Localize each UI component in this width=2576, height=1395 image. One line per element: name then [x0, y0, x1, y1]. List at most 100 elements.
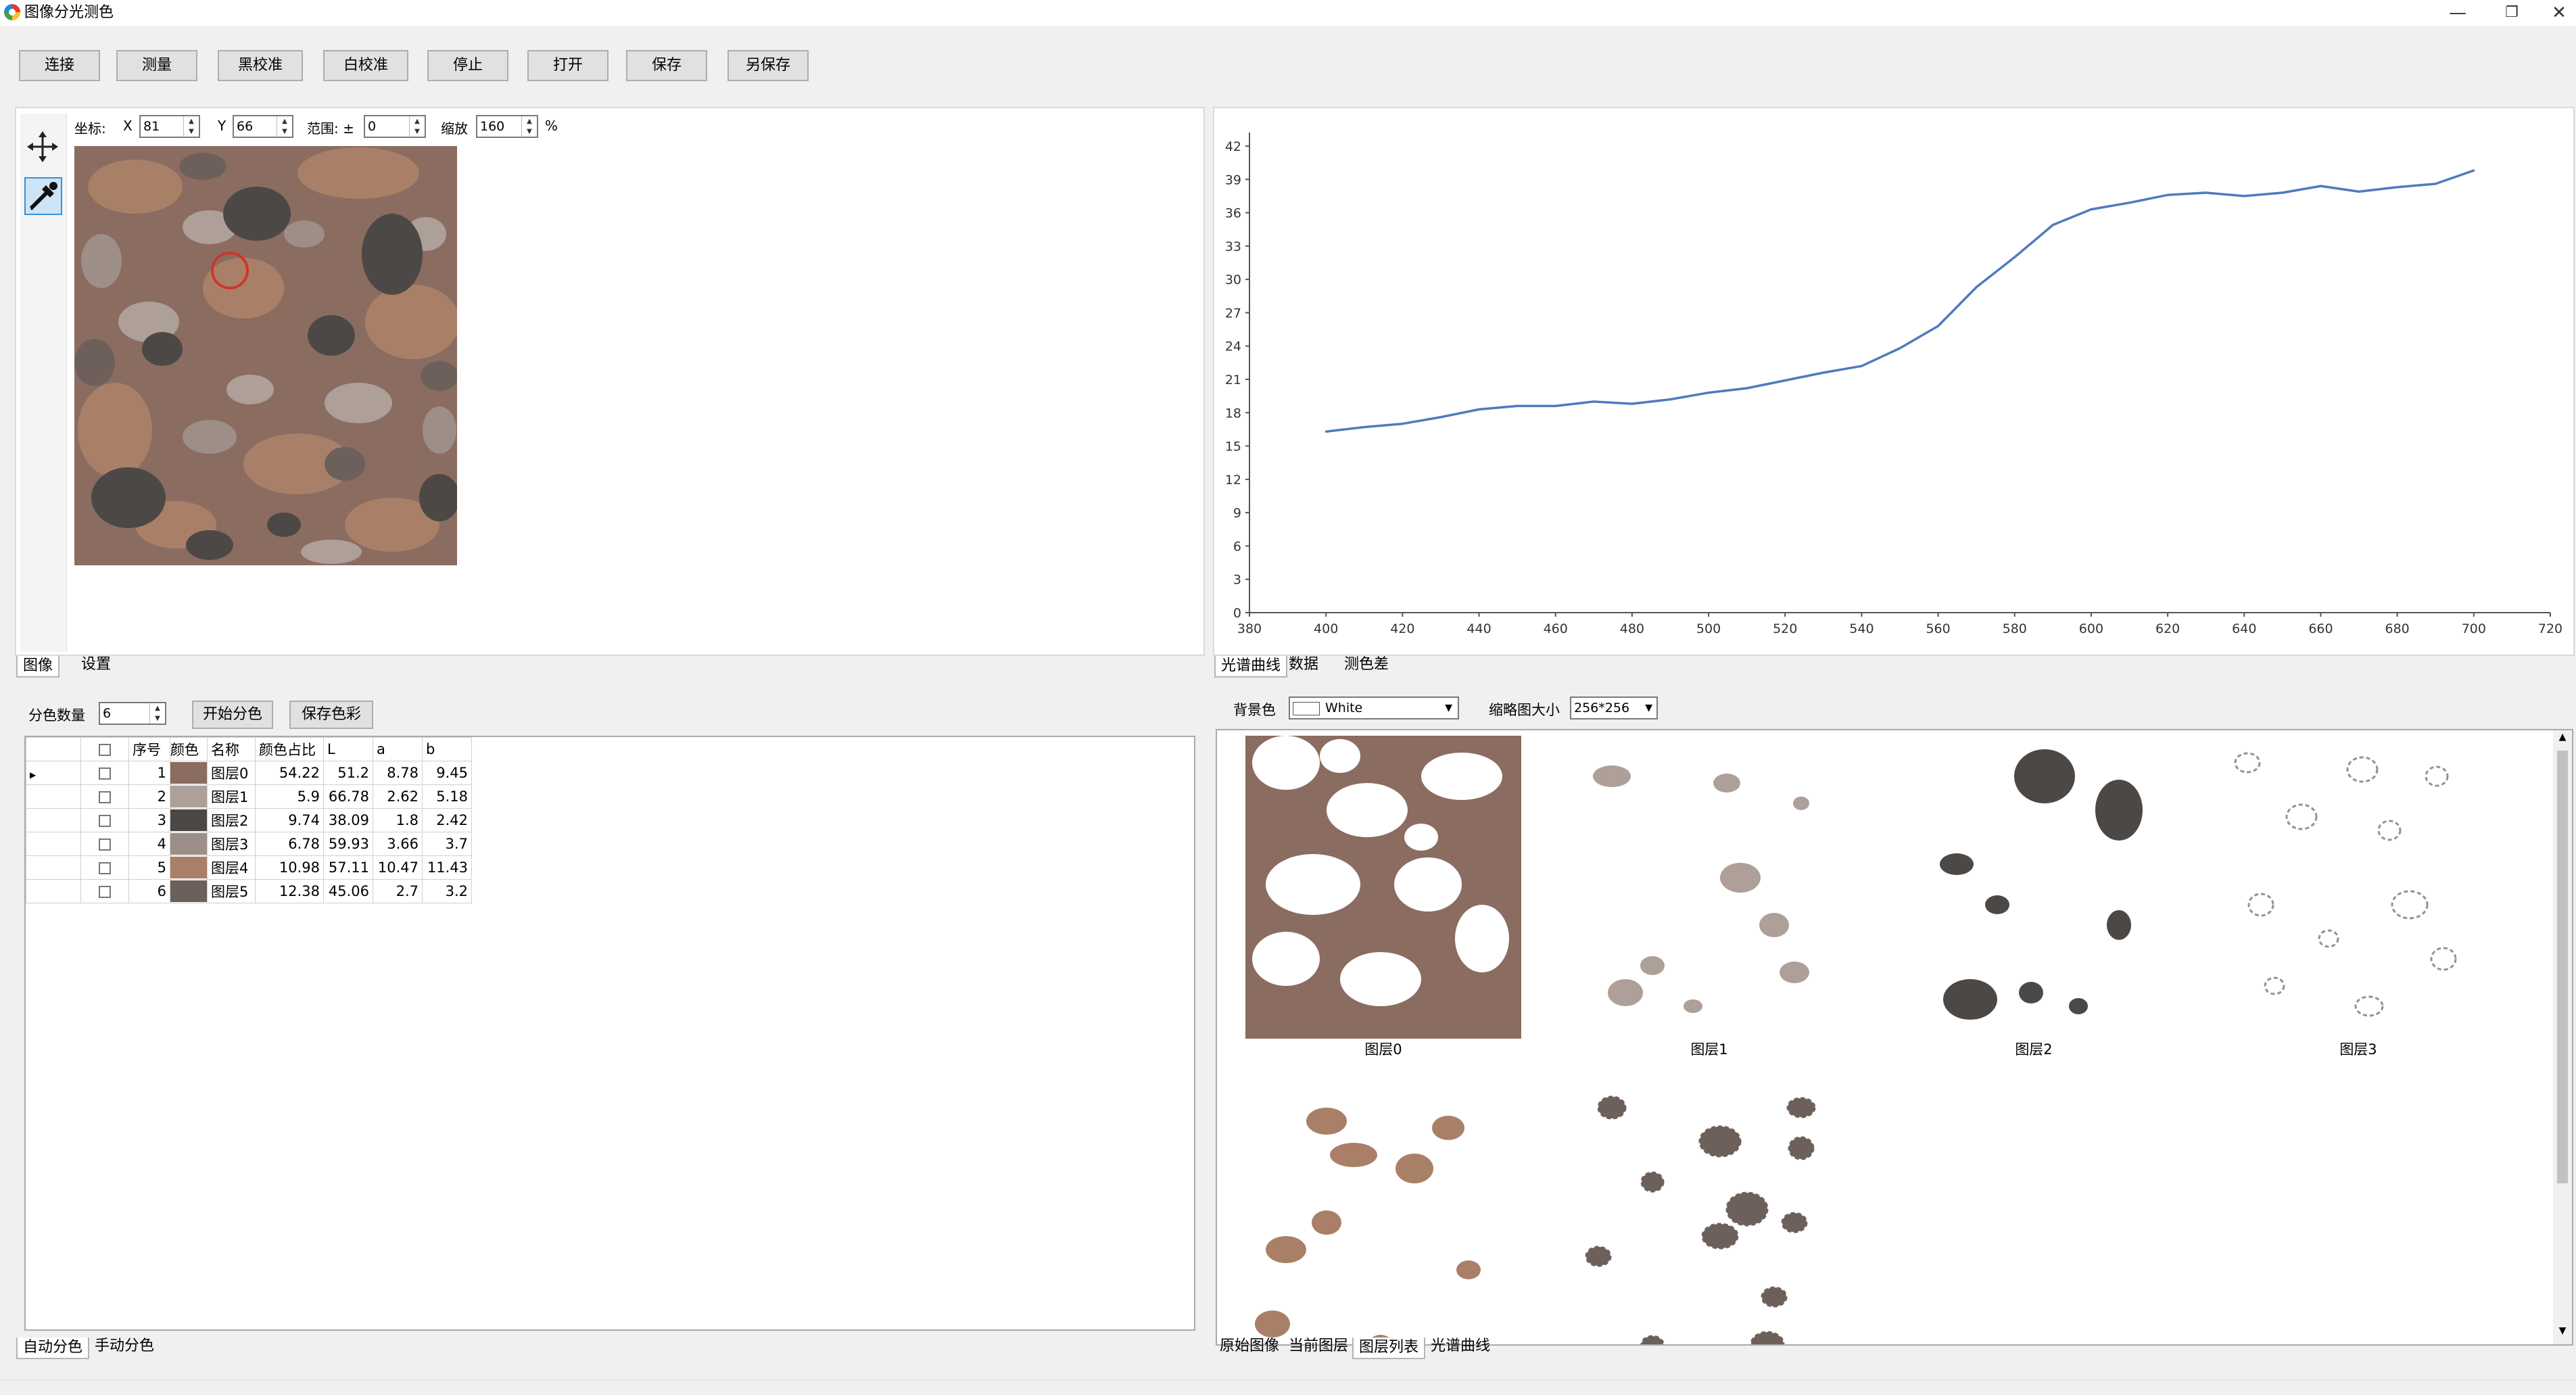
minimize-icon[interactable]: — [2434, 0, 2481, 26]
layer-thumbnail-item[interactable]: 图层1 [1571, 736, 1847, 1059]
row-checkbox-cell[interactable] [80, 879, 129, 903]
index-cell[interactable]: 5 [128, 855, 170, 880]
index-cell[interactable]: 2 [128, 784, 170, 809]
black-calibrate-button[interactable]: 黑校准 [218, 50, 303, 81]
b-cell[interactable]: 3.7 [422, 832, 472, 856]
b-cell[interactable]: 5.18 [422, 784, 472, 809]
eyedropper-tool-icon[interactable] [24, 177, 62, 215]
layer-thumbnail-image[interactable] [1245, 736, 1521, 1039]
L-cell[interactable]: 38.09 [323, 808, 373, 832]
color-cell[interactable] [170, 761, 208, 785]
spinner-arrows-icon[interactable]: ▲ ▼ [183, 116, 199, 137]
L-cell[interactable]: 66.78 [323, 784, 373, 809]
row-selector-cell[interactable] [26, 832, 81, 856]
ratio-cell[interactable]: 5.9 [255, 784, 324, 809]
table-row[interactable]: ▶ 1 图层0 54.22 51.2 8.78 9.45 [26, 761, 472, 785]
layer-thumbnail-image[interactable] [1571, 736, 1847, 1039]
tab-layer-spectrum[interactable]: 光谱曲线 [1425, 1336, 1496, 1356]
color-cell[interactable] [170, 855, 208, 880]
ratio-cell[interactable]: 10.98 [255, 855, 324, 880]
col-color[interactable]: 颜色 [170, 737, 208, 761]
scroll-up-icon[interactable]: ▲ [2553, 732, 2572, 742]
tab-data[interactable]: 数据 [1283, 655, 1324, 675]
L-cell[interactable]: 45.06 [323, 879, 373, 903]
range-input[interactable]: 0 ▲ ▼ [364, 115, 426, 138]
a-cell[interactable]: 10.47 [373, 855, 423, 880]
row-checkbox[interactable] [99, 838, 111, 851]
tab-spectrum-curve[interactable]: 光谱曲线 [1214, 656, 1288, 678]
restore-icon[interactable]: ❐ [2488, 0, 2535, 26]
scroll-down-icon[interactable]: ▼ [2553, 1325, 2572, 1336]
tab-original-image[interactable]: 原始图像 [1214, 1336, 1285, 1356]
b-cell[interactable]: 3.2 [422, 879, 472, 903]
col-L[interactable]: L [323, 737, 373, 761]
separation-count-input[interactable]: 6 ▲ ▼ [99, 702, 166, 725]
ratio-cell[interactable]: 9.74 [255, 808, 324, 832]
a-cell[interactable]: 2.62 [373, 784, 423, 809]
name-cell[interactable]: 图层1 [207, 784, 256, 809]
row-checkbox[interactable] [99, 886, 111, 898]
move-tool-icon[interactable] [26, 130, 59, 164]
index-cell[interactable]: 3 [128, 808, 170, 832]
row-selector-cell[interactable] [26, 879, 81, 903]
layer-thumbnail-item[interactable]: 图层0 [1245, 736, 1521, 1059]
table-row[interactable]: 6 图层5 12.38 45.06 2.7 3.2 [26, 879, 472, 903]
layer-thumbnail-item[interactable]: 图层4 [1245, 1087, 1521, 1344]
tab-layer-list[interactable]: 图层列表 [1352, 1338, 1426, 1359]
a-cell[interactable]: 2.7 [373, 879, 423, 903]
row-checkbox-cell[interactable] [80, 832, 129, 856]
tab-color-difference[interactable]: 测色差 [1339, 655, 1394, 675]
a-cell[interactable]: 8.78 [373, 761, 423, 785]
layer-thumbnail-item[interactable]: 图层2 [1896, 736, 2172, 1059]
stop-button[interactable]: 停止 [427, 50, 508, 81]
tab-manual-separation[interactable]: 手动分色 [89, 1336, 160, 1356]
background-color-select[interactable]: White ▼ [1289, 696, 1459, 719]
sample-image[interactable] [74, 146, 457, 565]
start-separation-button[interactable]: 开始分色 [192, 701, 273, 729]
row-checkbox[interactable] [99, 862, 111, 874]
layer-thumbnail-image[interactable] [1571, 1087, 1847, 1344]
layer-thumbnail-image[interactable] [2220, 736, 2496, 1039]
layer-thumbnail-image[interactable] [1245, 1087, 1521, 1344]
index-cell[interactable]: 1 [128, 761, 170, 785]
vertical-scrollbar[interactable]: ▲ ▼ [2553, 730, 2572, 1344]
save-button[interactable]: 保存 [626, 50, 707, 81]
ratio-cell[interactable]: 54.22 [255, 761, 324, 785]
b-cell[interactable]: 11.43 [422, 855, 472, 880]
x-coord-input[interactable]: 81 ▲ ▼ [139, 115, 200, 138]
tab-current-layer[interactable]: 当前图层 [1283, 1336, 1354, 1356]
row-checkbox-cell[interactable] [80, 761, 129, 785]
ratio-cell[interactable]: 6.78 [255, 832, 324, 856]
layer-thumbnail-image[interactable] [1896, 736, 2172, 1039]
col-name[interactable]: 名称 [207, 737, 256, 761]
spinner-arrows-icon[interactable]: ▲ ▼ [409, 116, 425, 137]
row-selector-cell[interactable] [26, 855, 81, 880]
close-icon[interactable]: ✕ [2535, 0, 2576, 26]
a-cell[interactable]: 3.66 [373, 832, 423, 856]
tab-image[interactable]: 图像 [16, 656, 60, 678]
row-selector-cell[interactable] [26, 808, 81, 832]
row-checkbox-cell[interactable] [80, 808, 129, 832]
tab-auto-separation[interactable]: 自动分色 [16, 1338, 90, 1359]
L-cell[interactable]: 59.93 [323, 832, 373, 856]
col-a[interactable]: a [373, 737, 423, 761]
save-colors-button[interactable]: 保存色彩 [289, 701, 373, 729]
a-cell[interactable]: 1.8 [373, 808, 423, 832]
table-row[interactable]: 5 图层4 10.98 57.11 10.47 11.43 [26, 855, 472, 880]
table-row[interactable]: 4 图层3 6.78 59.93 3.66 3.7 [26, 832, 472, 856]
name-cell[interactable]: 图层0 [207, 761, 256, 785]
spinner-arrows-icon[interactable]: ▲ ▼ [521, 116, 537, 137]
tab-settings[interactable]: 设置 [76, 655, 116, 675]
ratio-cell[interactable]: 12.38 [255, 879, 324, 903]
spinner-arrows-icon[interactable]: ▲ ▼ [277, 116, 292, 137]
row-selector-cell[interactable]: ▶ [26, 761, 81, 785]
row-checkbox-cell[interactable] [80, 784, 129, 809]
thumbnail-size-select[interactable]: 256*256 ▼ [1570, 696, 1658, 719]
color-cell[interactable] [170, 832, 208, 856]
layer-thumbnail-item[interactable]: 图层5 [1571, 1087, 1847, 1344]
name-cell[interactable]: 图层4 [207, 855, 256, 880]
select-all-checkbox[interactable] [99, 744, 111, 756]
row-checkbox[interactable] [99, 815, 111, 827]
col-b[interactable]: b [422, 737, 472, 761]
row-checkbox[interactable] [99, 791, 111, 803]
